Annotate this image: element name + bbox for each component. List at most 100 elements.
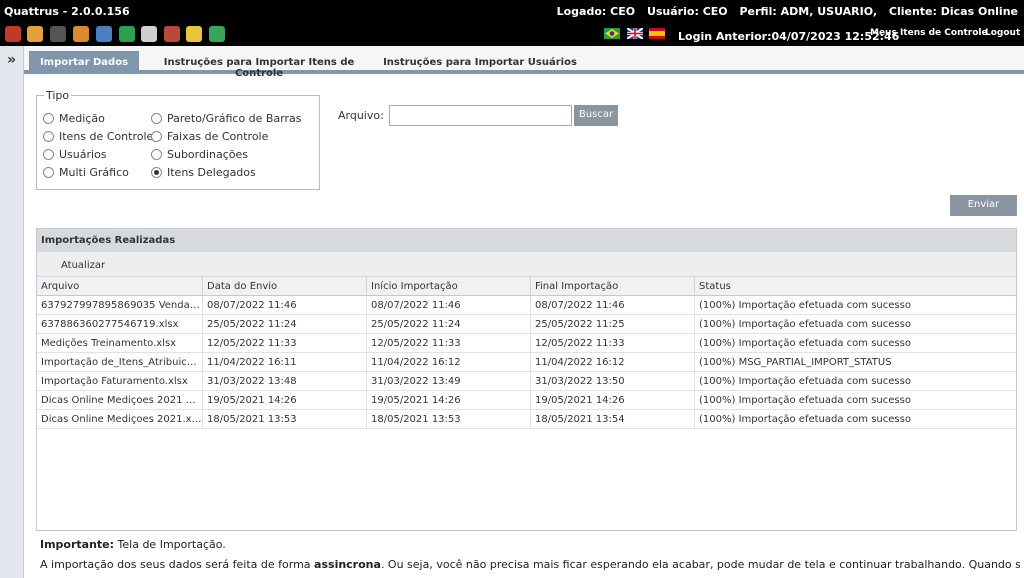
- tab-instrucoes-itens[interactable]: Instruções para Importar Itens de Contro…: [144, 51, 374, 79]
- cell-final: 12/05/2022 11:33: [531, 334, 695, 353]
- radio-dot[interactable]: [43, 167, 54, 178]
- column-header-inicio[interactable]: Início Importação: [367, 277, 531, 296]
- radio-dot[interactable]: [43, 113, 54, 124]
- note-line-1: Importante: Tela de Importação.: [40, 538, 1020, 551]
- tipo-legend: Tipo: [46, 89, 70, 102]
- uk-flag-icon[interactable]: [626, 27, 644, 40]
- report-icon[interactable]: [96, 26, 112, 42]
- column-header-data-envio[interactable]: Data do Envio: [203, 277, 367, 296]
- tab-importar-dados[interactable]: Importar Dados: [29, 51, 139, 74]
- radio-dot[interactable]: [151, 131, 162, 142]
- radio-pareto[interactable]: Pareto/Gráfico de Barras: [151, 112, 302, 125]
- excel-icon[interactable]: [119, 26, 135, 42]
- note-text-a: A importação dos seus dados será feita d…: [40, 558, 315, 571]
- tab-instrucoes-usuarios[interactable]: Instruções para Importar Usuários: [382, 51, 578, 74]
- table-row[interactable]: 637886360277546719.xlsx 25/05/2022 11:24 2…: [37, 315, 1016, 334]
- cell-data-envio: 31/03/2022 13:48: [203, 372, 367, 391]
- column-header-status[interactable]: Status: [695, 277, 1016, 296]
- expand-sidebar-icon[interactable]: »: [7, 52, 16, 68]
- cell-data-envio: 08/07/2022 11:46: [203, 296, 367, 315]
- note-text-b: . Ou seja, você não precisa mais ficar e…: [380, 558, 1020, 571]
- table-row[interactable]: Dicas Online Mediçoes 2021 Co... 19/05/20…: [37, 391, 1016, 410]
- settings-tool-icon[interactable]: [5, 26, 21, 42]
- printer-icon[interactable]: [141, 26, 157, 42]
- grid-title: Importações Realizadas: [37, 229, 1016, 252]
- radio-label: Multi Gráfico: [59, 166, 129, 179]
- title-bar: Quattrus - 2.0.0.156 Logado: CEO Usuário…: [0, 0, 1024, 23]
- table-row[interactable]: Medições Treinamento.xlsx 12/05/2022 11:3…: [37, 334, 1016, 353]
- buscar-button[interactable]: Buscar: [574, 105, 618, 126]
- radio-dot[interactable]: [43, 149, 54, 160]
- note-line-2: A importação dos seus dados será feita d…: [40, 558, 1020, 571]
- radio-itens-de-controle[interactable]: Itens de Controle: [43, 130, 153, 143]
- cell-status: (100%) MSG_PARTIAL_IMPORT_STATUS: [699, 357, 892, 368]
- table-row[interactable]: 637927997895869035 Vendas I... 08/07/2022…: [37, 296, 1016, 315]
- usuario-value: CEO: [702, 5, 728, 18]
- cell-arquivo: Importação Faturamento.xlsx: [37, 372, 203, 391]
- login-anterior: Login Anterior:04/07/2023 12:52:46: [678, 30, 900, 43]
- column-header-final[interactable]: Final Importação: [531, 277, 695, 296]
- radio-itens-delegados[interactable]: Itens Delegados: [151, 166, 256, 179]
- radio-dot[interactable]: [43, 131, 54, 142]
- cell-inicio: 19/05/2021 14:26: [367, 391, 531, 410]
- logado-value: CEO: [610, 5, 636, 18]
- radio-medicao[interactable]: Medição: [43, 112, 105, 125]
- table-row[interactable]: Dicas Online Mediçoes 2021.xlsx 18/05/202…: [37, 410, 1016, 429]
- cell-final: 18/05/2021 13:54: [531, 410, 695, 429]
- radio-label: Medição: [59, 112, 105, 125]
- cell-inicio: 12/05/2022 11:33: [367, 334, 531, 353]
- cell-arquivo: Dicas Online Mediçoes 2021 Co...: [37, 391, 203, 410]
- cell-inicio: 18/05/2021 13:53: [367, 410, 531, 429]
- radio-dot-selected[interactable]: [151, 167, 162, 178]
- radio-subordinacoes[interactable]: Subordinações: [151, 148, 248, 161]
- radio-dot[interactable]: [151, 113, 162, 124]
- logado-label: Logado:: [556, 5, 607, 18]
- logout-link[interactable]: Logout: [985, 28, 1020, 38]
- cell-data-envio: 12/05/2022 11:33: [203, 334, 367, 353]
- calendar-icon[interactable]: [50, 26, 66, 42]
- arquivo-input[interactable]: [389, 105, 572, 126]
- cell-data-envio: 19/05/2021 14:26: [203, 391, 367, 410]
- radio-usuarios[interactable]: Usuários: [43, 148, 107, 161]
- atualizar-button[interactable]: Atualizar: [61, 260, 105, 271]
- radio-multi-grafico[interactable]: Multi Gráfico: [43, 166, 129, 179]
- cell-status: (100%) Importação efetuada com sucesso: [699, 414, 911, 425]
- hierarchy-icon[interactable]: [73, 26, 89, 42]
- cell-final: 11/04/2022 16:12: [531, 353, 695, 372]
- column-header-arquivo[interactable]: Arquivo: [37, 277, 203, 296]
- cell-status: (100%) Importação efetuada com sucesso: [699, 376, 911, 387]
- perfil-value: ADM, USUARIO,: [780, 5, 878, 18]
- radio-label: Subordinações: [167, 148, 249, 161]
- cell-status: (100%) Importação efetuada com sucesso: [699, 300, 911, 311]
- cell-arquivo: 637886360277546719.xlsx: [37, 315, 203, 334]
- book-icon[interactable]: [164, 26, 180, 42]
- grid-body: 637927997895869035 Vendas I... 08/07/2022…: [37, 296, 1016, 429]
- radio-faixas-de-controle[interactable]: Faixas de Controle: [151, 130, 268, 143]
- left-sidebar: »: [0, 46, 24, 578]
- note-text-bold: assincrona: [314, 558, 381, 571]
- grid-header: Arquivo Data do Envio Início Importação …: [37, 277, 1016, 296]
- radio-label: Itens de Controle: [59, 130, 154, 143]
- radio-label: Usuários: [59, 148, 107, 161]
- table-row[interactable]: Importação de_Itens_Atribuicao... 11/04/2…: [37, 353, 1016, 372]
- table-row[interactable]: Importação Faturamento.xlsx 31/03/2022 13…: [37, 372, 1016, 391]
- brazil-flag-icon[interactable]: [604, 28, 620, 39]
- cell-inicio: 08/07/2022 11:46: [367, 296, 531, 315]
- export-icon[interactable]: [209, 26, 225, 42]
- importacoes-grid: Importações Realizadas Atualizar Arquivo…: [36, 228, 1017, 531]
- enviar-button[interactable]: Enviar: [950, 195, 1017, 216]
- tab-bar: Importar Dados Instruções para Importar …: [24, 46, 1024, 79]
- cell-data-envio: 25/05/2022 11:24: [203, 315, 367, 334]
- radio-dot[interactable]: [151, 149, 162, 160]
- help-icon[interactable]: [186, 26, 202, 42]
- cell-data-envio: 18/05/2021 13:53: [203, 410, 367, 429]
- cell-arquivo: Dicas Online Mediçoes 2021.xlsx: [37, 410, 203, 429]
- cell-final: 08/07/2022 11:46: [531, 296, 695, 315]
- note-important-label: Importante:: [40, 538, 115, 551]
- cliente-label: Cliente:: [888, 5, 937, 18]
- spain-flag-icon[interactable]: [649, 28, 665, 39]
- users-icon[interactable]: [27, 26, 43, 42]
- cell-status: (100%) Importação efetuada com sucesso: [699, 319, 911, 330]
- cell-final: 25/05/2022 11:25: [531, 315, 695, 334]
- meus-itens-link[interactable]: Meus Itens de Controle: [870, 28, 988, 38]
